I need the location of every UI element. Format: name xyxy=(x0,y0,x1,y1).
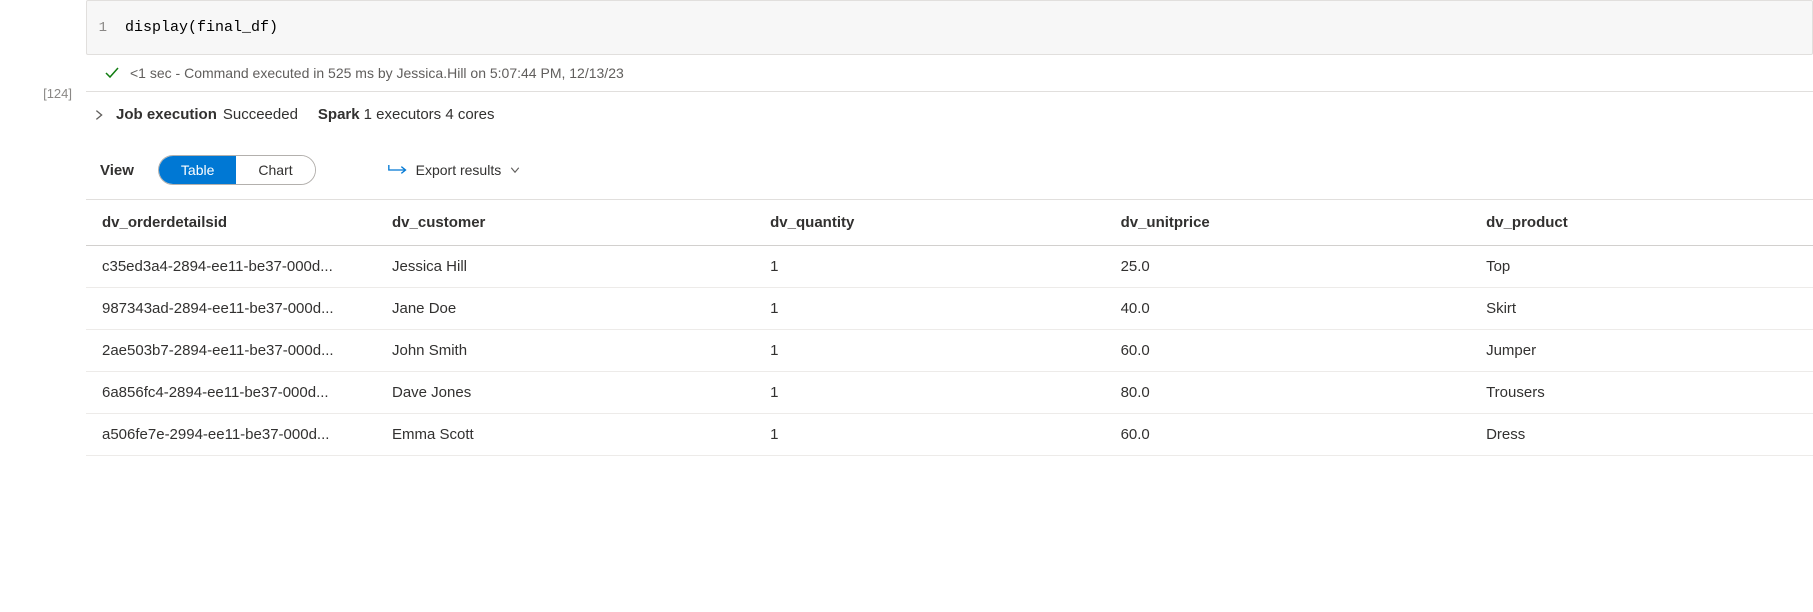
view-toggle-group: Table Chart xyxy=(158,155,316,185)
table-cell: 60.0 xyxy=(1105,414,1471,456)
table-row[interactable]: 987343ad-2894-ee11-be37-000d...Jane Doe1… xyxy=(86,288,1813,330)
table-row[interactable]: 6a856fc4-2894-ee11-be37-000d...Dave Jone… xyxy=(86,372,1813,414)
table-cell: Jumper xyxy=(1470,330,1813,372)
table-cell: 2ae503b7-2894-ee11-be37-000d... xyxy=(86,330,376,372)
view-toolbar: View Table Chart Export results xyxy=(86,137,1813,199)
table-cell: Trousers xyxy=(1470,372,1813,414)
table-cell: Emma Scott xyxy=(376,414,754,456)
cell-number: [124] xyxy=(0,0,86,456)
table-cell: 1 xyxy=(754,330,1104,372)
chevron-right-icon xyxy=(92,108,106,122)
table-cell: Dave Jones xyxy=(376,372,754,414)
table-cell: 1 xyxy=(754,414,1104,456)
code-text: display(final_df) xyxy=(125,19,278,36)
spark-label: Spark xyxy=(318,106,360,123)
table-cell: Jessica Hill xyxy=(376,246,754,288)
table-cell: 1 xyxy=(754,246,1104,288)
table-cell: Top xyxy=(1470,246,1813,288)
job-execution-status: Succeeded xyxy=(223,106,298,123)
table-row[interactable]: 2ae503b7-2894-ee11-be37-000d...John Smit… xyxy=(86,330,1813,372)
table-cell: Jane Doe xyxy=(376,288,754,330)
table-cell: 40.0 xyxy=(1105,288,1471,330)
table-cell: c35ed3a4-2894-ee11-be37-000d... xyxy=(86,246,376,288)
column-header[interactable]: dv_quantity xyxy=(754,200,1104,246)
export-icon xyxy=(388,163,408,177)
status-text: <1 sec - Command executed in 525 ms by J… xyxy=(130,65,624,81)
export-results-button[interactable]: Export results xyxy=(388,162,522,178)
column-header[interactable]: dv_customer xyxy=(376,200,754,246)
job-execution-label: Job execution xyxy=(116,106,217,123)
table-cell: a506fe7e-2994-ee11-be37-000d... xyxy=(86,414,376,456)
table-header-row: dv_orderdetailsid dv_customer dv_quantit… xyxy=(86,200,1813,246)
spark-detail: 1 executors 4 cores xyxy=(364,106,495,123)
code-cell[interactable]: 1 display(final_df) xyxy=(86,0,1813,55)
table-cell: John Smith xyxy=(376,330,754,372)
results-table-container: dv_orderdetailsid dv_customer dv_quantit… xyxy=(86,199,1813,456)
table-cell: 80.0 xyxy=(1105,372,1471,414)
chevron-down-icon xyxy=(509,164,521,176)
view-toggle-table[interactable]: Table xyxy=(159,156,236,184)
table-cell: 987343ad-2894-ee11-be37-000d... xyxy=(86,288,376,330)
table-row[interactable]: a506fe7e-2994-ee11-be37-000d...Emma Scot… xyxy=(86,414,1813,456)
table-cell: Dress xyxy=(1470,414,1813,456)
table-cell: 1 xyxy=(754,372,1104,414)
job-execution-row[interactable]: Job execution Succeeded Spark 1 executor… xyxy=(86,92,1813,137)
code-line-number: 1 xyxy=(87,20,125,36)
table-cell: 6a856fc4-2894-ee11-be37-000d... xyxy=(86,372,376,414)
table-cell: 60.0 xyxy=(1105,330,1471,372)
view-toggle-chart[interactable]: Chart xyxy=(236,156,314,184)
table-cell: 25.0 xyxy=(1105,246,1471,288)
column-header[interactable]: dv_unitprice xyxy=(1105,200,1471,246)
table-cell: Skirt xyxy=(1470,288,1813,330)
table-cell: 1 xyxy=(754,288,1104,330)
column-header[interactable]: dv_orderdetailsid xyxy=(86,200,376,246)
table-row[interactable]: c35ed3a4-2894-ee11-be37-000d...Jessica H… xyxy=(86,246,1813,288)
view-label: View xyxy=(100,162,134,179)
column-header[interactable]: dv_product xyxy=(1470,200,1813,246)
execution-status: <1 sec - Command executed in 525 ms by J… xyxy=(86,55,1813,92)
results-table: dv_orderdetailsid dv_customer dv_quantit… xyxy=(86,200,1813,456)
checkmark-icon xyxy=(104,65,120,81)
export-results-label: Export results xyxy=(416,162,502,178)
